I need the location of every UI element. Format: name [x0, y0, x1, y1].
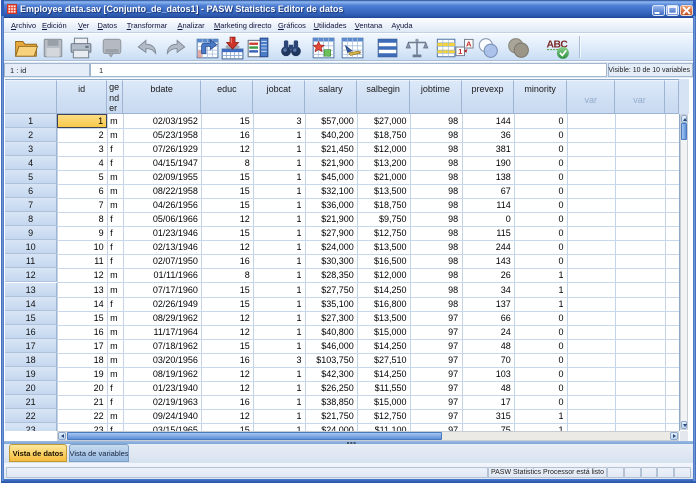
- svg-text:A: A: [466, 40, 472, 49]
- svg-text:1: 1: [458, 47, 463, 56]
